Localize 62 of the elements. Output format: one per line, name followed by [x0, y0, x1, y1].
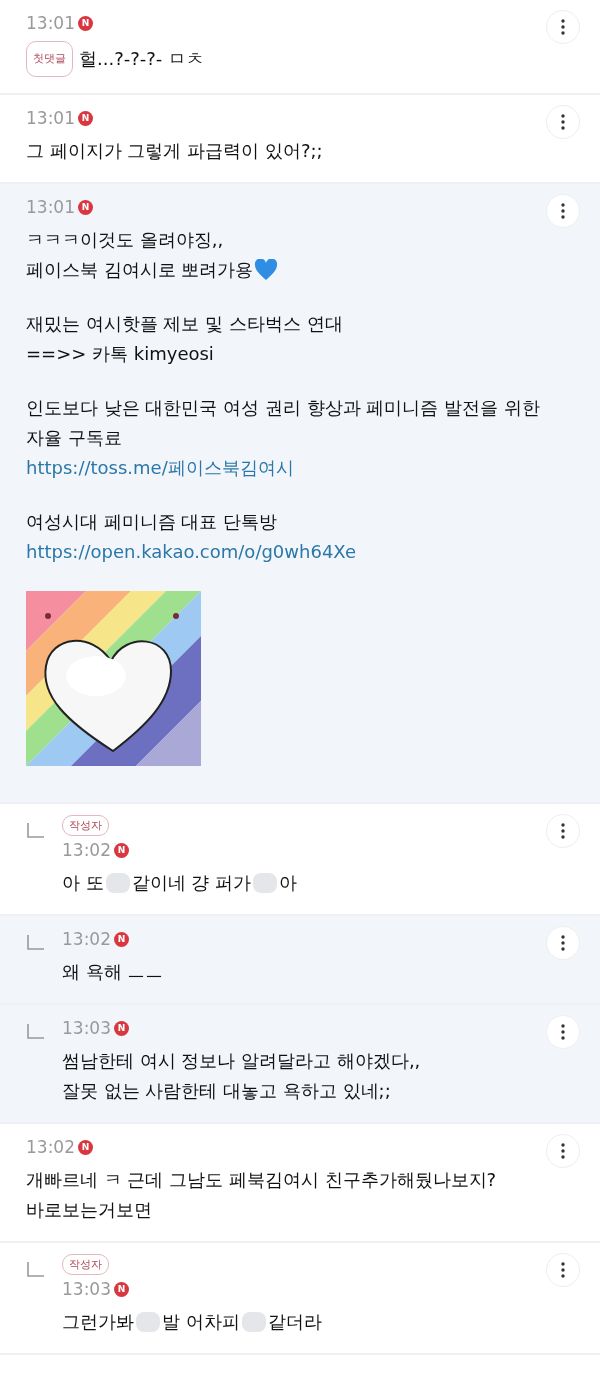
more-options-button[interactable] [546, 926, 580, 960]
comment-text: 아 또 [62, 871, 104, 895]
new-badge: N [78, 1139, 93, 1155]
comment-text: 자율 구독료 [26, 426, 122, 450]
comment-text: 썸남한테 여시 정보나 알려달라고 해야겠다,, [62, 1049, 421, 1073]
comment-text: 페이스북 김여시로 뽀려가용 [26, 258, 254, 282]
comment-time: 13:02 [62, 929, 111, 949]
censor-blur [253, 873, 278, 893]
comment-text: 재밌는 여시핫플 제보 및 스타벅스 연대 [26, 312, 343, 336]
comment-time: 13:01 [26, 108, 75, 128]
comment-text: ==>> 카톡 kimyeosi [26, 342, 214, 366]
more-icon [561, 1262, 565, 1278]
comment-text: 인도보다 낮은 대한민국 여성 권리 향상과 페미니즘 발전을 위한 [26, 396, 540, 420]
comment-time: 13:02 [62, 840, 111, 860]
comment-text: 여성시대 페미니즘 대표 단톡방 [26, 510, 278, 534]
link[interactable]: https://open.kakao.com/o/g0wh64Xe [26, 537, 356, 567]
more-icon [561, 1143, 565, 1159]
more-options-button[interactable] [546, 814, 580, 848]
comment-text: 같이네 걍 퍼가 [131, 871, 252, 895]
more-icon [561, 19, 565, 35]
more-options-button[interactable] [546, 105, 580, 139]
new-badge: N [114, 1020, 129, 1036]
comment-text: 개빠르네 ㅋ 근데 그남도 페북김여시 친구추가해뒀나보지? [26, 1168, 497, 1192]
comment-time: 13:01 [26, 197, 75, 217]
more-options-button[interactable] [546, 1015, 580, 1049]
comment-time: 13:03 [62, 1018, 111, 1038]
more-icon [561, 935, 565, 951]
censor-blur [136, 1312, 160, 1332]
new-badge: N [78, 110, 93, 126]
more-options-button[interactable] [546, 1134, 580, 1168]
more-icon [561, 203, 565, 219]
comment-time: 13:01 [26, 13, 75, 33]
more-options-button[interactable] [546, 10, 580, 44]
comment-text: ㅋㅋㅋ이것도 올려야징,, [26, 228, 224, 252]
more-icon [561, 114, 565, 130]
comment-text: 그 페이지가 그렇게 파급력이 있어?;; [26, 139, 323, 163]
comment-text: 같더라 [267, 1310, 322, 1334]
more-icon [561, 823, 565, 839]
first-comment-badge: 첫댓글 [26, 41, 73, 77]
comment-text: 바로보는거보면 [26, 1198, 152, 1222]
more-icon [561, 1024, 565, 1040]
author-badge: 작성자 [62, 1254, 109, 1275]
comment-text: 헐...?-?-?- ㅁㅊ [79, 47, 205, 71]
new-badge: N [78, 199, 93, 215]
censor-blur [105, 873, 130, 893]
comment-time: 13:03 [62, 1279, 111, 1299]
more-options-button[interactable] [546, 1253, 580, 1287]
link[interactable]: https://toss.me/페이스북김여시 [26, 453, 294, 483]
comment-time: 13:02 [26, 1137, 75, 1157]
heart-icon [254, 259, 279, 281]
new-badge: N [114, 931, 129, 947]
new-badge: N [114, 842, 129, 858]
comment-text: 잘못 없는 사람한테 대놓고 욕하고 있네;; [62, 1079, 391, 1103]
comment-text: 그런가봐 [62, 1310, 134, 1334]
new-badge: N [114, 1281, 129, 1297]
comment-text: 발 어차피 [162, 1310, 240, 1334]
comment-text: 왜 욕해 ㅡㅡ [62, 960, 164, 984]
comment-text: 아 [279, 871, 298, 895]
censor-blur [241, 1312, 266, 1332]
new-badge: N [78, 15, 93, 31]
more-options-button[interactable] [546, 194, 580, 228]
author-badge: 작성자 [62, 815, 109, 836]
